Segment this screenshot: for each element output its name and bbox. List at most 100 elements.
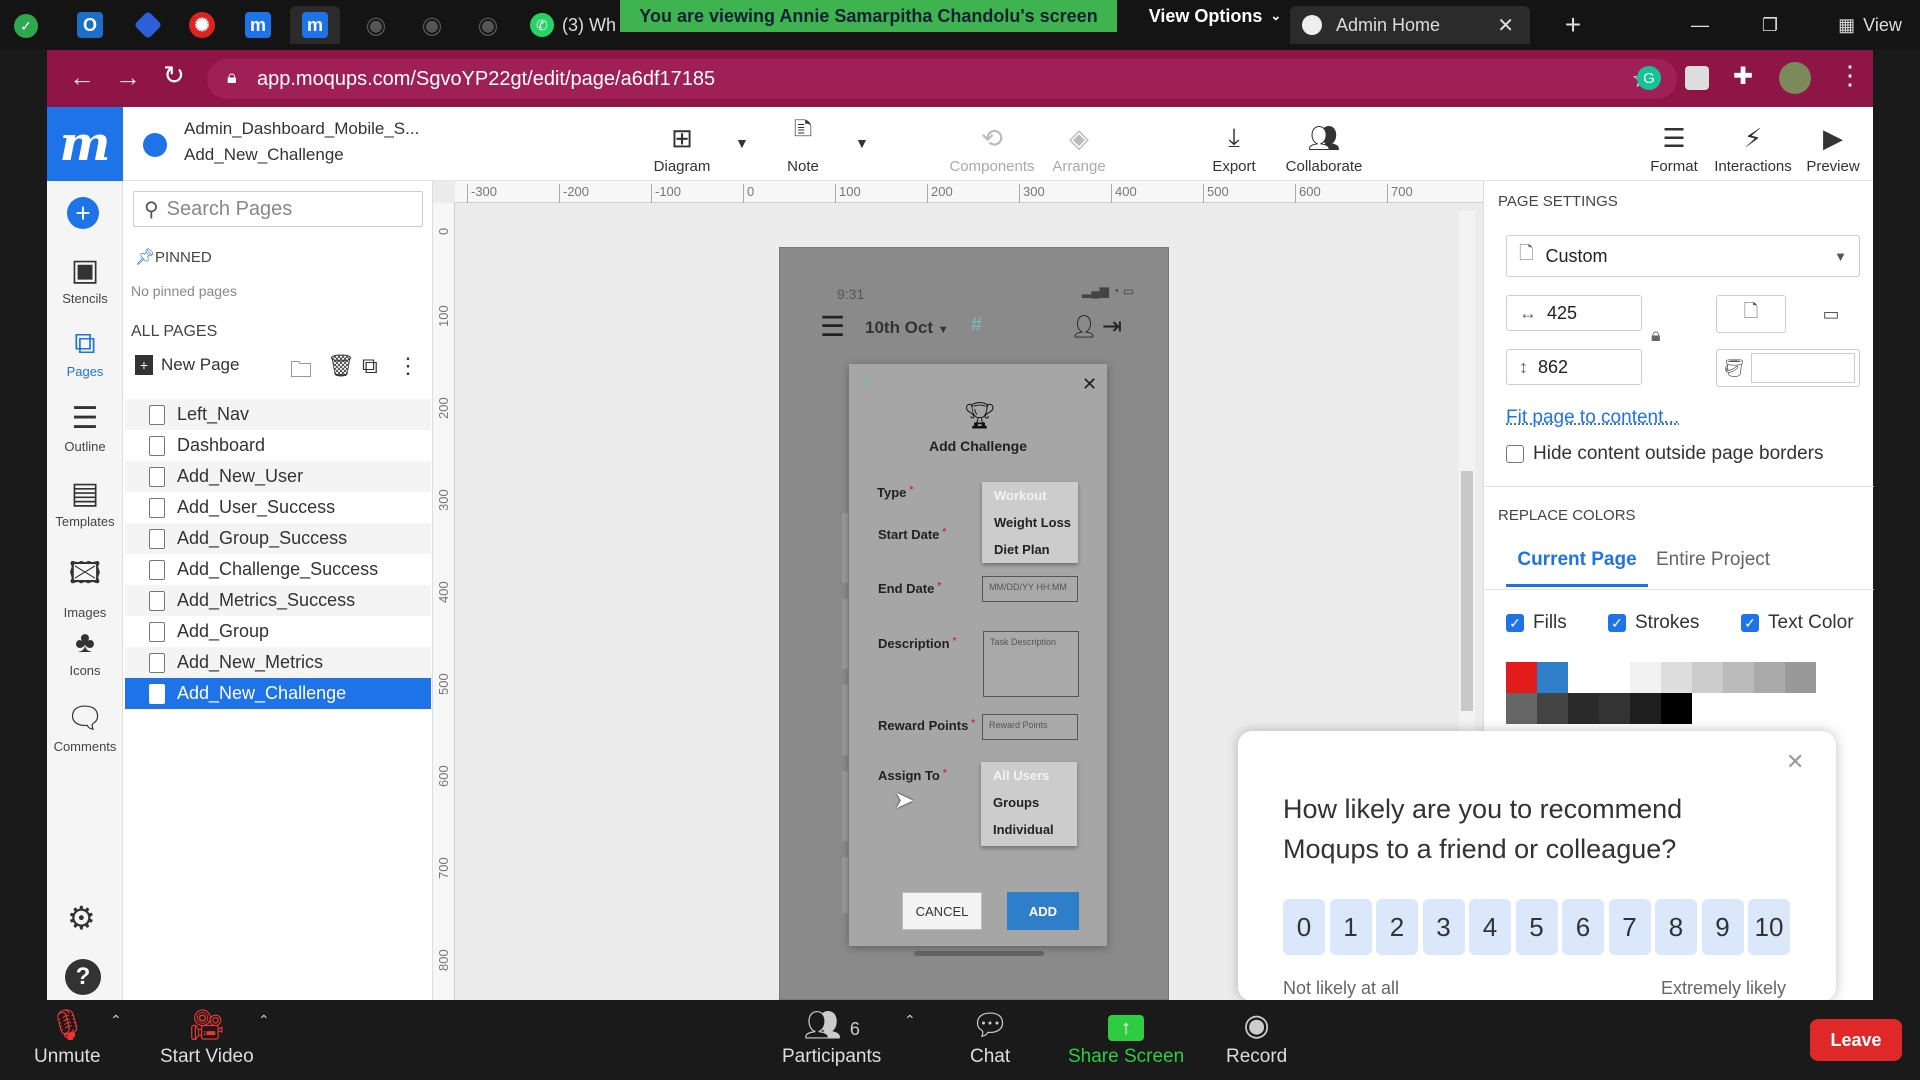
jira-tab[interactable] (128, 6, 168, 44)
outlook-tab[interactable]: O (70, 6, 110, 44)
color-swatch[interactable] (1661, 693, 1692, 724)
user-icon[interactable]: 👤︎ (1070, 314, 1098, 340)
app-tab[interactable]: ✺ (182, 6, 222, 44)
page-list-item[interactable]: Add_New_Metrics (125, 647, 431, 678)
chevron-up-icon[interactable]: ⌃ (258, 1012, 270, 1029)
trash-icon[interactable]: 🗑 (327, 353, 355, 379)
add-folder-icon[interactable]: 🗀 (290, 353, 312, 391)
nps-score-button[interactable]: 2 (1376, 899, 1418, 955)
chat-button[interactable]: 💬︎ Chat (970, 1008, 1010, 1068)
page-list-item[interactable]: Add_Group (125, 616, 431, 647)
preview-button[interactable]: ▶ Preview (1788, 113, 1878, 175)
dropdown-option[interactable]: Workout (982, 482, 1078, 509)
fit-page-link[interactable]: Fit page to content... (1506, 407, 1679, 429)
page-list-item[interactable]: Add_Group_Success (125, 523, 431, 554)
dropdown-option[interactable]: All Users (981, 762, 1077, 789)
github-tab[interactable]: ◉ (468, 6, 508, 44)
date-dropdown[interactable]: 10th Oct ▼ (865, 318, 949, 338)
page-list-item[interactable]: Add_Challenge_Success (125, 554, 431, 585)
minimize-button[interactable]: — (1685, 6, 1715, 44)
admin-home-tab[interactable]: Admin Home ✕ (1290, 6, 1530, 44)
page-list-item[interactable]: Add_User_Success (125, 492, 431, 523)
color-swatch[interactable] (1599, 693, 1630, 724)
search-pages-input[interactable]: ⚲ Search Pages (133, 191, 423, 227)
help-icon[interactable]: ? (65, 959, 101, 995)
extension-icon[interactable] (1685, 66, 1709, 90)
hide-outside-checkbox[interactable]: Hide content outside page borders (1506, 443, 1823, 465)
color-swatch[interactable] (1506, 662, 1537, 693)
color-swatch[interactable] (1661, 662, 1692, 693)
moqups-tab-active[interactable]: m (290, 6, 340, 44)
leave-button[interactable]: Leave (1810, 1019, 1902, 1061)
dropdown-option[interactable]: Diet Plan (982, 536, 1078, 563)
chevron-down-icon[interactable]: ▼ (855, 135, 869, 151)
diagram-button[interactable]: ⊞ Diagram (637, 113, 727, 175)
tab-current-page[interactable]: Current Page (1506, 545, 1648, 587)
more-vert-icon[interactable]: ⋮ (1837, 60, 1863, 91)
nps-score-button[interactable]: 1 (1329, 899, 1372, 955)
new-tab-button[interactable]: + (1555, 6, 1591, 44)
strokes-checkbox[interactable]: ✓ Strokes (1608, 612, 1699, 634)
back-icon[interactable]: ← (69, 62, 95, 93)
rail-pages[interactable]: ⧉ Pages (47, 327, 123, 379)
color-swatch[interactable] (1599, 662, 1630, 693)
color-swatch[interactable] (1537, 693, 1568, 724)
view-button[interactable]: ▦ View (1830, 6, 1910, 44)
rail-comments[interactable]: 🗨 Comments (47, 701, 123, 754)
portrait-button[interactable]: 🗋 (1716, 295, 1786, 333)
page-name[interactable]: Add_New_Challenge (184, 145, 344, 165)
interactions-button[interactable]: ⚡︎ Interactions (1708, 113, 1798, 175)
page-fill-color[interactable]: 🪣︎ (1716, 349, 1860, 387)
add-icon[interactable]: + (67, 197, 99, 229)
page-width-input[interactable]: ↔ 425 (1506, 295, 1642, 331)
new-page-button[interactable]: + New Page (135, 355, 239, 375)
record-button[interactable]: ◉ Record (1226, 1008, 1287, 1068)
avatar[interactable] (1779, 62, 1811, 94)
color-swatch[interactable] (1568, 662, 1599, 693)
components-button[interactable]: ⟲ Components (947, 113, 1037, 175)
color-swatch[interactable] (1723, 662, 1754, 693)
project-name[interactable]: Admin_Dashboard_Mobile_S... (184, 119, 419, 139)
close-icon[interactable]: ✕ (1497, 13, 1514, 38)
page-list-item[interactable]: Add_New_Challenge (125, 678, 431, 709)
rail-outline[interactable]: ☰ Outline (47, 401, 123, 454)
share-screen-button[interactable]: ↑ Share Screen (1068, 1008, 1184, 1068)
rail-templates[interactable]: ▤ Templates (47, 476, 123, 529)
page-list-item[interactable]: Add_Metrics_Success (125, 585, 431, 616)
assign-to-dropdown[interactable]: All Users Groups Individual (981, 762, 1077, 846)
lock-icon[interactable]: 🔒︎ (1651, 325, 1661, 346)
fills-checkbox[interactable]: ✓ Fills (1506, 612, 1567, 634)
view-options-button[interactable]: View Options ⌄ (1140, 0, 1290, 32)
color-swatch[interactable] (1754, 662, 1785, 693)
color-swatch[interactable] (1537, 662, 1568, 693)
rail-stencils[interactable]: ▣ Stencils (47, 253, 123, 306)
type-dropdown[interactable]: Workout Weight Loss Diet Plan (982, 482, 1078, 563)
scroll-thumb[interactable] (1461, 471, 1473, 711)
chevron-up-icon[interactable]: ⌃ (904, 1012, 916, 1029)
reload-icon[interactable]: ↻ (163, 60, 185, 91)
moqups-tab[interactable]: m (238, 6, 278, 44)
rail-icons[interactable]: ♣ Icons (47, 626, 123, 678)
puzzle-icon[interactable]: ✚ (1733, 62, 1753, 91)
note-button[interactable]: 🗈 Note (758, 113, 848, 175)
dropdown-option[interactable]: Individual (981, 816, 1077, 843)
color-swatch[interactable] (1630, 662, 1661, 693)
dropdown-option[interactable]: Groups (981, 789, 1077, 816)
nps-score-button[interactable]: 10 (1748, 899, 1790, 955)
cancel-button[interactable]: CANCEL (902, 892, 982, 930)
address-bar[interactable]: 🔒︎ app.moqups.com/SgvoYP22gt/edit/page/a… (207, 59, 1677, 99)
whatsapp-tab[interactable]: ✆ (3) Wh (530, 6, 620, 44)
landscape-button[interactable]: ▭ (1796, 295, 1866, 333)
page-list-item[interactable]: Left_Nav (125, 399, 431, 430)
color-swatch[interactable] (1506, 693, 1537, 724)
nps-score-button[interactable]: 0 (1283, 899, 1325, 955)
chevron-up-icon[interactable]: ⌃ (110, 1012, 122, 1029)
color-swatch[interactable] (1692, 662, 1723, 693)
moqups-logo[interactable]: m (47, 107, 123, 181)
nps-score-button[interactable]: 5 (1515, 899, 1558, 955)
close-icon[interactable]: ✕ (1786, 749, 1804, 775)
nps-score-button[interactable]: 7 (1608, 899, 1651, 955)
duplicate-icon[interactable]: ⧉ (362, 353, 378, 379)
hamburger-icon[interactable]: ☰ (820, 310, 845, 343)
unmute-button[interactable]: 🎙︎ Unmute (34, 1008, 101, 1068)
